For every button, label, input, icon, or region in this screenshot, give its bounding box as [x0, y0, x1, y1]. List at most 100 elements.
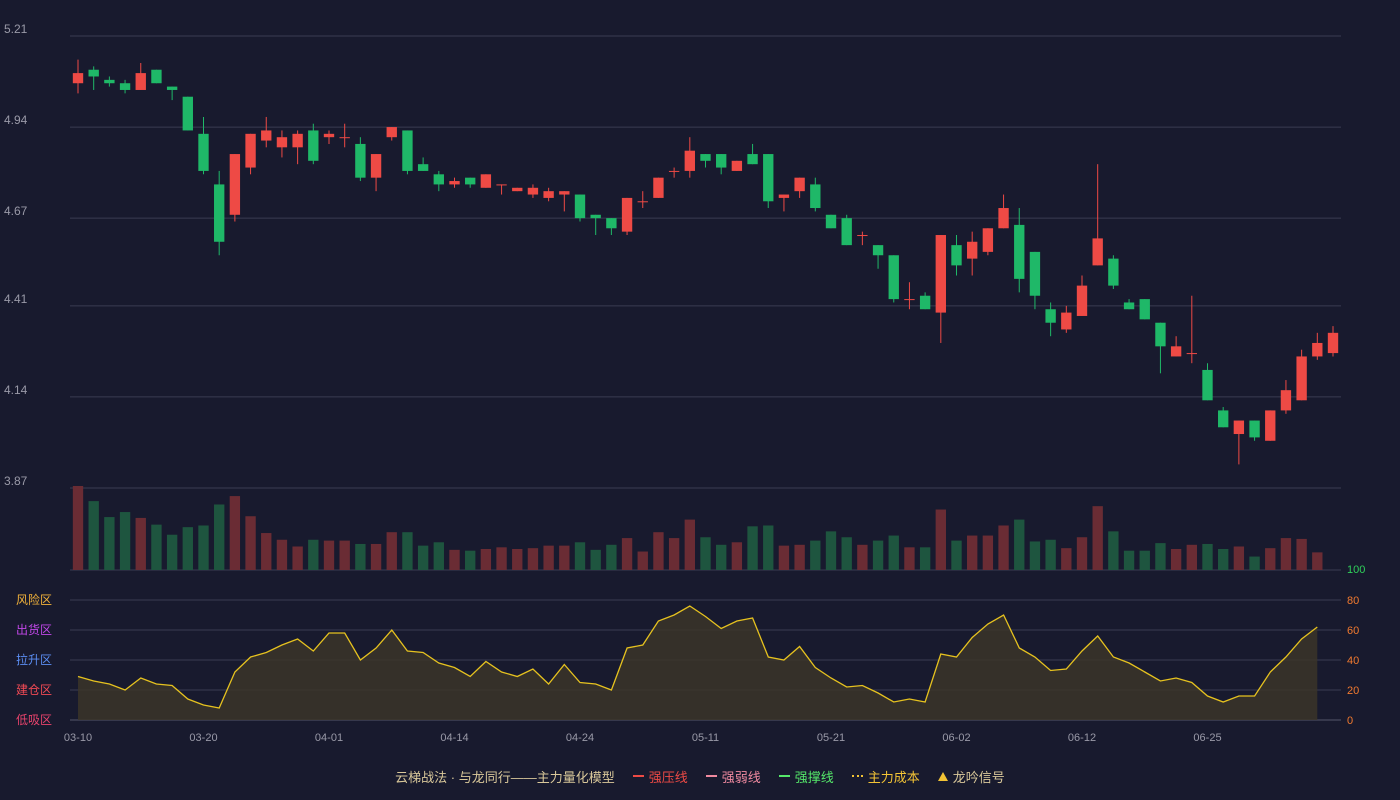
candle-body [841, 218, 852, 246]
volume-bar [951, 540, 962, 570]
volume-bar [402, 532, 413, 570]
volume-bar [1218, 549, 1229, 570]
zone-label: 出货区 [16, 622, 52, 637]
legend-item-signal[interactable]: 龙吟信号 [937, 767, 1005, 786]
volume-bar [1280, 538, 1292, 570]
volume-bar [621, 538, 633, 570]
candle-body [245, 133, 256, 168]
volume-bar [72, 486, 84, 570]
volume-bar [1139, 550, 1150, 570]
volume-bar [198, 525, 209, 570]
volume-bar [261, 533, 272, 570]
volume-bar [668, 538, 680, 570]
legend-item-title[interactable]: 云梯战法 · 与龙同行——主力量化模型 [395, 767, 615, 786]
volume-bar [370, 543, 382, 570]
volume-bar [967, 535, 978, 570]
candle-body [888, 255, 899, 300]
legend-item-resistance[interactable]: 强压线 [632, 767, 688, 786]
candle-body [731, 160, 743, 171]
candle-body [1061, 312, 1072, 330]
volume-bars [72, 486, 1323, 570]
volume-bar [700, 537, 711, 570]
volume-bar [747, 526, 758, 570]
volume-bar [684, 519, 695, 570]
candle-body [1123, 302, 1135, 310]
zone-label: 建仓区 [16, 683, 52, 697]
price-tick-label: 4.14 [4, 383, 28, 397]
candle-body [668, 170, 680, 172]
candle-body [1280, 390, 1292, 411]
legend-label: 龙吟信号 [952, 769, 1005, 785]
candle-body [810, 184, 821, 209]
candle-body [590, 214, 601, 219]
candle-body [574, 194, 586, 219]
volume-bar [543, 545, 554, 570]
volume-bar [1155, 543, 1166, 570]
volume-bar [998, 525, 1009, 570]
x-tick-label: 05-21 [817, 732, 845, 744]
candle-body [433, 174, 444, 185]
candle-body [1076, 285, 1088, 316]
support-line-icon [778, 775, 790, 777]
x-tick-label: 04-14 [440, 732, 468, 744]
candle-body [417, 164, 429, 171]
candle-body [606, 218, 617, 229]
volume-bar [778, 545, 790, 570]
volume-bar [919, 547, 931, 570]
indicator-area [78, 606, 1318, 720]
candle-body [323, 133, 335, 138]
candle-body [1218, 410, 1229, 428]
volume-bar [308, 539, 319, 570]
indicator-tick-label: 40 [1347, 655, 1359, 667]
volume-bar [1045, 539, 1056, 570]
legend-item-support[interactable]: 强撑线 [778, 767, 834, 786]
candle-body [370, 154, 382, 178]
candle-body [1233, 420, 1245, 435]
volume-bar [449, 549, 460, 570]
volume-bar [1233, 546, 1245, 570]
legend-item-cost[interactable]: 主力成本 [851, 767, 920, 786]
x-tick-label: 06-02 [942, 732, 970, 744]
x-tick-label: 05-11 [692, 732, 719, 744]
volume-bar [433, 542, 444, 570]
zone-label: 低吸区 [16, 713, 52, 727]
volume-bar [386, 532, 397, 570]
candle-body [1265, 410, 1276, 441]
candle-body [1045, 309, 1056, 323]
candle-body [88, 69, 99, 77]
stock-chart: 3.87 4.14 4.41 4.67 4.94 5.21 100 0 20 40 60 80 低吸… [4, 22, 1365, 744]
legend-item-strength[interactable]: 强弱线 [705, 767, 761, 786]
candle-body [261, 130, 272, 141]
candle-body [1108, 258, 1119, 286]
x-tick-label: 06-12 [1068, 732, 1096, 744]
legend: 云梯战法 · 与龙同行——主力量化模型 强压线 强弱线 强撑线 主力成本 龙吟信… [0, 764, 1400, 788]
candle-body [527, 187, 539, 195]
candle-body [182, 96, 193, 131]
volume-bar [1296, 538, 1307, 570]
x-tick-label: 04-24 [566, 732, 594, 744]
volume-bar [716, 544, 727, 570]
volume-bar [512, 549, 523, 570]
volume-bar [339, 540, 350, 570]
volume-bar [1202, 543, 1213, 570]
volume-bar [480, 549, 492, 570]
candle-body [386, 127, 397, 138]
volume-bar [825, 531, 837, 570]
volume-bar [276, 539, 288, 570]
candle-body [778, 194, 790, 198]
candle-body [1327, 332, 1339, 354]
volume-bar [904, 547, 915, 570]
volume-bar [794, 544, 805, 570]
volume-bar [559, 545, 570, 570]
x-axis: 03-10 03-20 04-01 04-14 04-24 05-11 05-21 06-02… [64, 732, 1222, 744]
candle-body [512, 187, 523, 192]
volume-bar [653, 532, 664, 570]
candle-body [355, 143, 366, 178]
volume-bar [166, 534, 178, 570]
candle-body [276, 137, 288, 148]
volume-bar [1265, 548, 1276, 570]
resistance-line-icon [632, 775, 644, 777]
volume-bar [1170, 549, 1182, 570]
candle-body [104, 79, 115, 84]
indicator-tick-label: 80 [1347, 595, 1359, 607]
